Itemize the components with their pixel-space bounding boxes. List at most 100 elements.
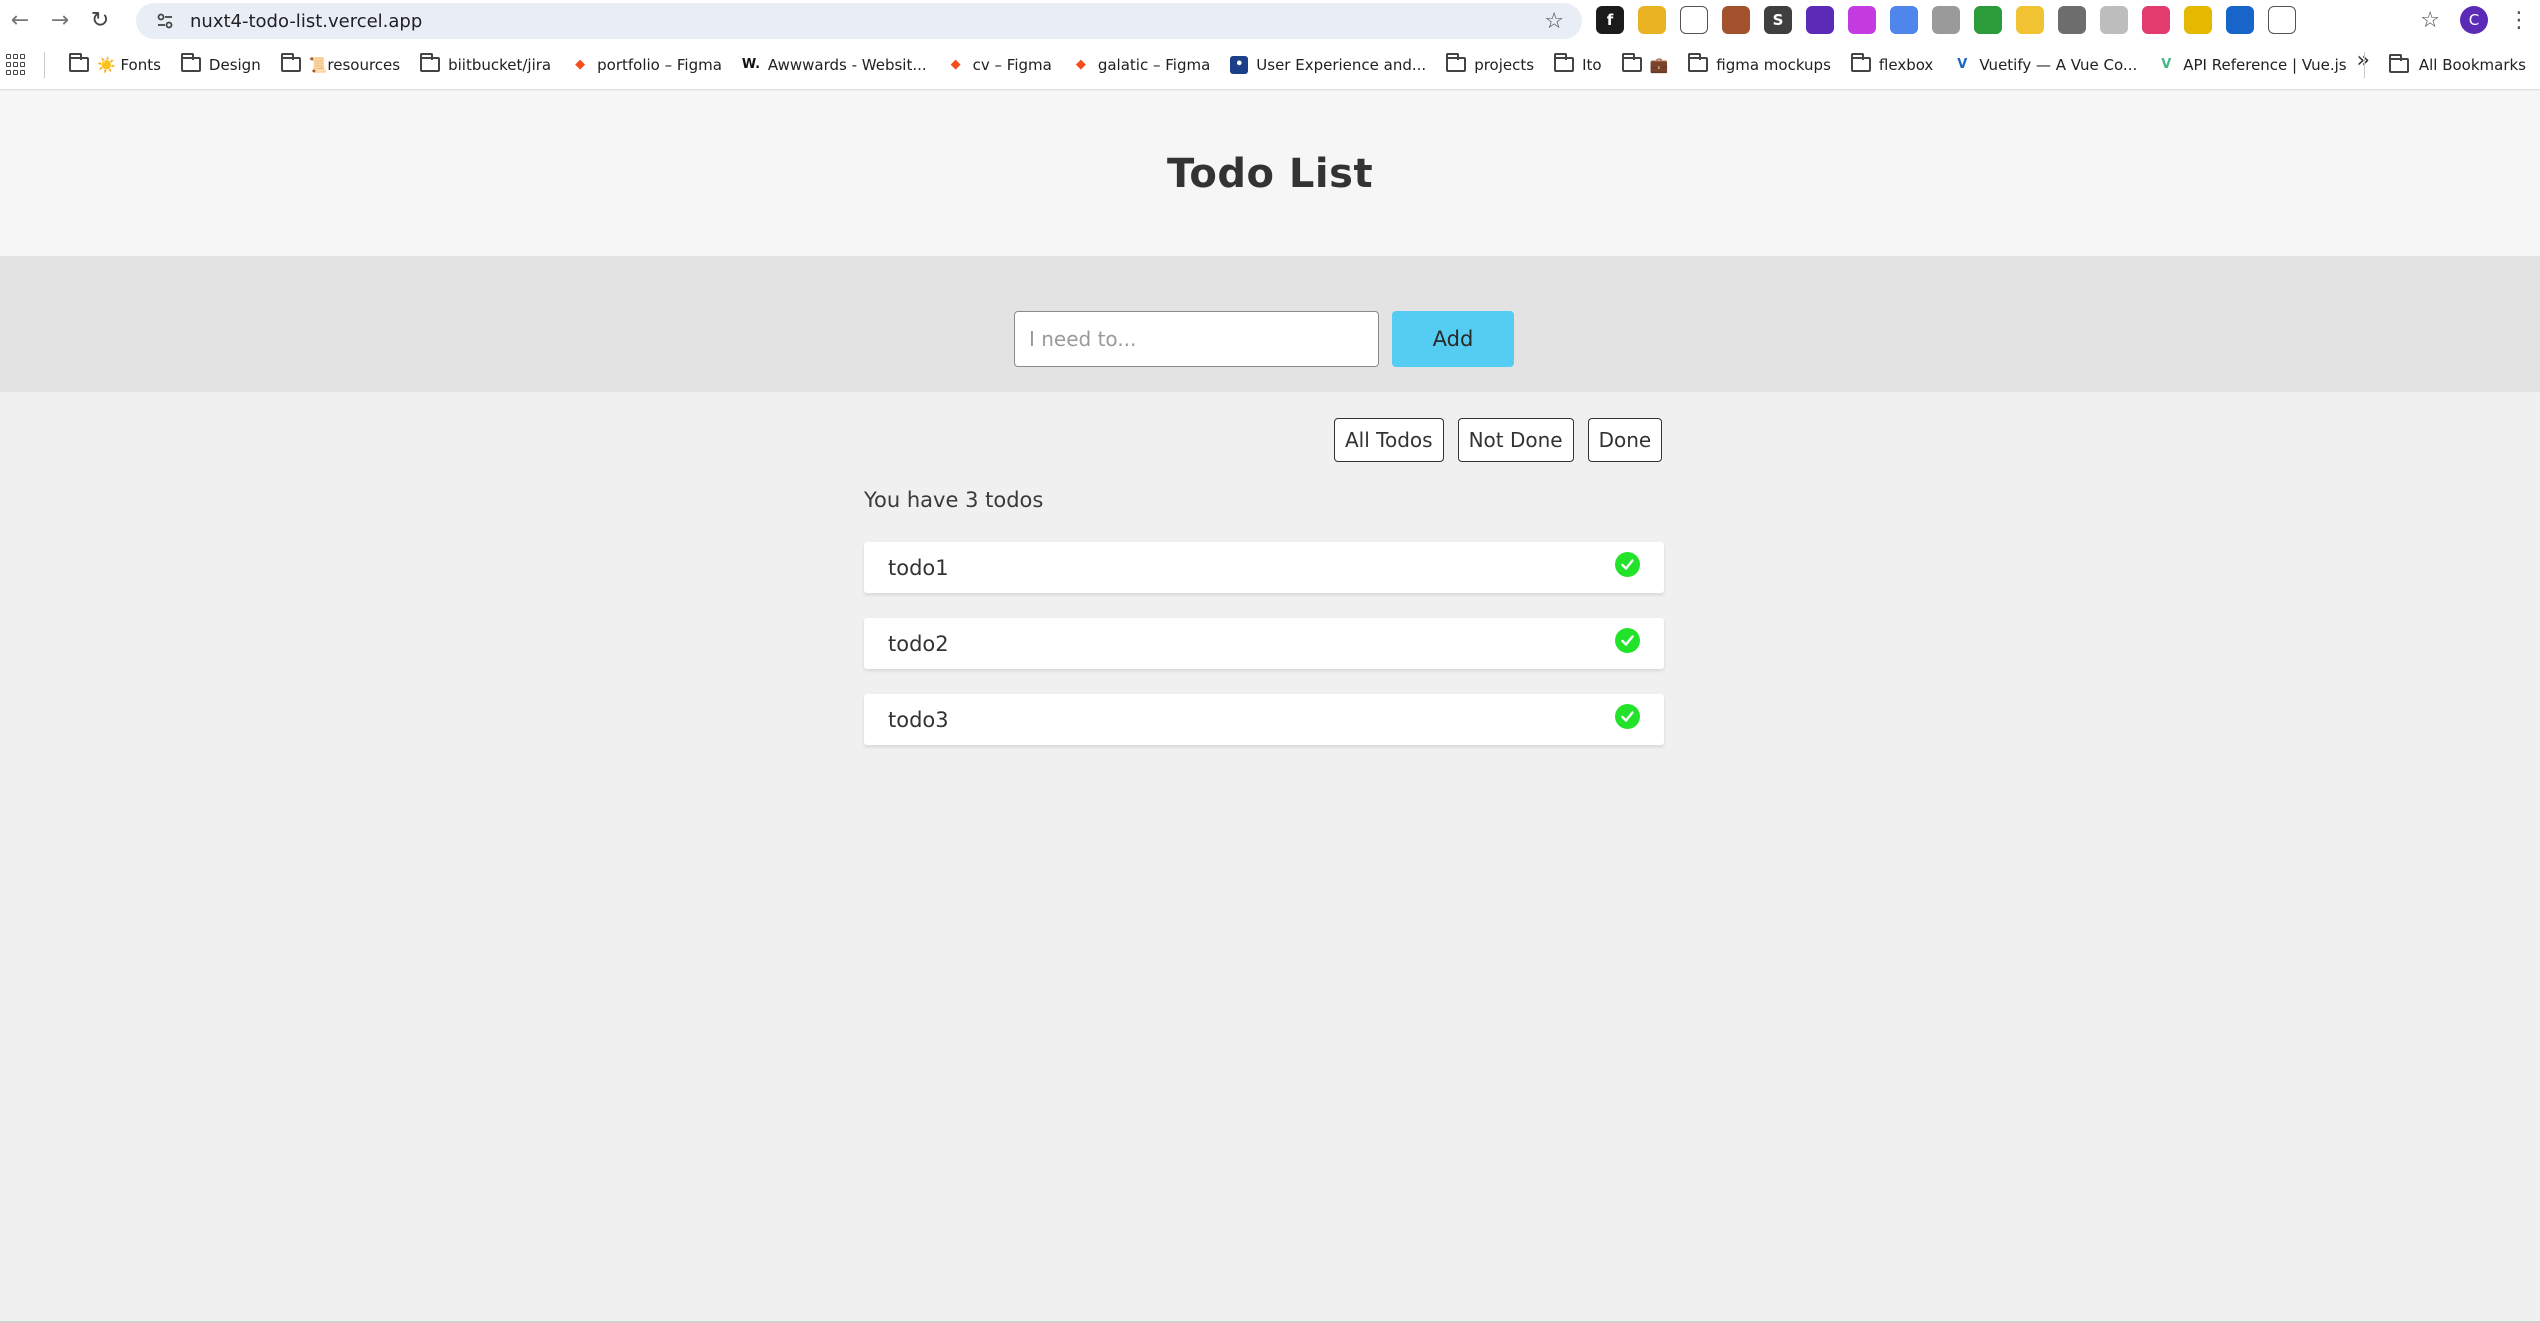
bookmark-item[interactable]: ◆ galatic – Figma: [1062, 48, 1220, 82]
graduation-cap-icon[interactable]: [1806, 6, 1834, 34]
todo-list: todo1 todo2 todo3: [864, 542, 1664, 745]
todo-item[interactable]: todo2: [864, 618, 1664, 669]
folder-icon: [280, 53, 301, 72]
bookmark-label: portfolio – Figma: [597, 55, 722, 74]
bookmark-label: Vuetify — A Vue Co...: [1979, 55, 2138, 74]
rss-icon[interactable]: [1638, 6, 1666, 34]
todo-input[interactable]: [1014, 311, 1379, 367]
bookmark-item[interactable]: • User Experience and...: [1220, 48, 1436, 82]
bookmark-label: figma mockups: [1716, 55, 1831, 74]
folder-icon: [2388, 53, 2409, 73]
bookmark-label: 📜resources: [308, 55, 401, 74]
bookmark-item[interactable]: figma mockups: [1678, 48, 1841, 82]
apps-grid-icon[interactable]: [6, 53, 28, 76]
all-bookmarks-button[interactable]: All Bookmarks: [2363, 48, 2526, 82]
figma-favicon-icon: ◆: [946, 55, 965, 74]
todo-text: todo1: [888, 555, 949, 580]
bookmark-item[interactable]: Ito: [1544, 48, 1611, 82]
bookmark-label: cv – Figma: [972, 55, 1052, 74]
reload-icon: ↻: [90, 7, 110, 33]
bookmark-label: ☀️ Fonts: [97, 55, 161, 74]
bookmark-star-icon[interactable]: ☆: [1544, 9, 1564, 34]
bookmark-label: User Experience and...: [1256, 55, 1427, 74]
filter-done-button[interactable]: Done: [1587, 418, 1663, 462]
url-text: nuxt4-todo-list.vercel.app: [190, 10, 423, 32]
reading-list-star-icon[interactable]: ☆: [2420, 8, 2440, 33]
add-todo-bar: Add: [0, 256, 2540, 392]
check-circle-icon[interactable]: [1615, 628, 1640, 653]
bookmark-item[interactable]: ☀️ Fonts: [59, 48, 171, 82]
site-settings-icon[interactable]: [150, 6, 180, 36]
check-circle-icon[interactable]: [1615, 552, 1640, 577]
add-button[interactable]: Add: [1392, 311, 1514, 367]
bookmark-item[interactable]: V API Reference | Vue.js: [2147, 48, 2356, 82]
app-header: Todo List: [0, 91, 2540, 256]
folder-icon: [1621, 53, 1642, 72]
todo-count-text: You have 3 todos: [864, 488, 1044, 512]
yellow-circle-icon[interactable]: [2016, 6, 2044, 34]
folder-icon: [180, 53, 201, 72]
back-button[interactable]: ←: [0, 0, 40, 40]
green-square-icon[interactable]: [1974, 6, 2002, 34]
bookmark-item[interactable]: 💼: [1612, 48, 1679, 82]
bookmarks-divider: [2363, 52, 2365, 78]
bookmark-label: galatic – Figma: [1097, 55, 1211, 74]
bookmark-label: projects: [1474, 55, 1535, 74]
bookmark-item[interactable]: projects: [1436, 48, 1544, 82]
bookmark-item[interactable]: biitbucket/jira: [410, 48, 561, 82]
all-bookmarks-label: All Bookmarks: [2418, 56, 2526, 74]
arrow-left-icon: ←: [10, 7, 30, 33]
bookmark-label: Ito: [1582, 55, 1602, 74]
bookmark-label: Design: [208, 55, 261, 74]
bookmark-item[interactable]: flexbox: [1841, 48, 1943, 82]
profile-avatar[interactable]: C: [2460, 6, 2488, 34]
bar-chart-icon[interactable]: [2184, 6, 2212, 34]
bookmark-label: flexbox: [1878, 55, 1934, 74]
folder-icon: [69, 53, 89, 72]
pink-extension-icon[interactable]: [2142, 6, 2170, 34]
address-bar[interactable]: nuxt4-todo-list.vercel.app ☆: [136, 3, 1582, 39]
window-icon[interactable]: [2100, 6, 2128, 34]
camera-icon[interactable]: [1932, 6, 1960, 34]
translate-icon[interactable]: [1890, 6, 1918, 34]
bookmark-item[interactable]: 📜resources: [271, 48, 410, 82]
bookmark-label: Awwwards - Websit...: [767, 55, 927, 74]
color-picker-icon[interactable]: [1680, 6, 1708, 34]
s-extension-icon[interactable]: S: [1764, 6, 1792, 34]
fontface-ninja-icon[interactable]: f: [1596, 6, 1624, 34]
folder-icon: [1554, 53, 1575, 72]
bookmark-item[interactable]: W. Awwwards - Websit...: [732, 48, 937, 82]
arrow-right-icon: →: [50, 7, 70, 33]
more-menu-icon[interactable]: ⋮: [2508, 8, 2530, 33]
figma-favicon-icon: ◆: [1071, 55, 1090, 74]
folder-icon: [1688, 53, 1709, 72]
bookmark-label: biitbucket/jira: [448, 55, 552, 74]
bookmark-item[interactable]: ◆ cv – Figma: [937, 48, 1062, 82]
puzzle-icon[interactable]: [2268, 6, 2296, 34]
folder-icon: [1850, 53, 1871, 72]
filter-all-todos-button[interactable]: All Todos: [1334, 418, 1444, 462]
grey-circle-icon[interactable]: [2058, 6, 2086, 34]
forward-button[interactable]: →: [40, 0, 80, 40]
bookmark-item[interactable]: Design: [171, 48, 271, 82]
todo-item[interactable]: todo3: [864, 694, 1664, 745]
browser-toolbar: ← → ↻ nuxt4-todo-list.vercel.app ☆ fS ☆ …: [0, 0, 2540, 40]
folder-icon: [1446, 53, 1467, 72]
todo-text: todo2: [888, 631, 949, 656]
check-circle-icon[interactable]: [1615, 704, 1640, 729]
filter-not-done-button[interactable]: Not Done: [1457, 418, 1574, 462]
todo-text: todo3: [888, 707, 949, 732]
bookmark-item[interactable]: ◆ portfolio – Figma: [561, 48, 732, 82]
todo-item[interactable]: todo1: [864, 542, 1664, 593]
cookie-icon[interactable]: [1722, 6, 1750, 34]
chat-extension-icon[interactable]: [1848, 6, 1876, 34]
folder-icon: [420, 53, 441, 72]
page-title: Todo List: [1166, 150, 1374, 197]
bookmarks-list: ☀️ Fonts Design 📜resources biitbucket/jira ◆…: [59, 48, 2357, 82]
bookmark-item[interactable]: V Vuetify — A Vue Co...: [1943, 48, 2147, 82]
reload-button[interactable]: ↻: [80, 0, 120, 40]
bookmark-label: API Reference | Vue.js: [2183, 55, 2347, 74]
bookmarks-separator: [44, 51, 45, 78]
filter-group: All Todos Not Done Done: [1334, 418, 1663, 462]
blue-circle-icon[interactable]: [2226, 6, 2254, 34]
